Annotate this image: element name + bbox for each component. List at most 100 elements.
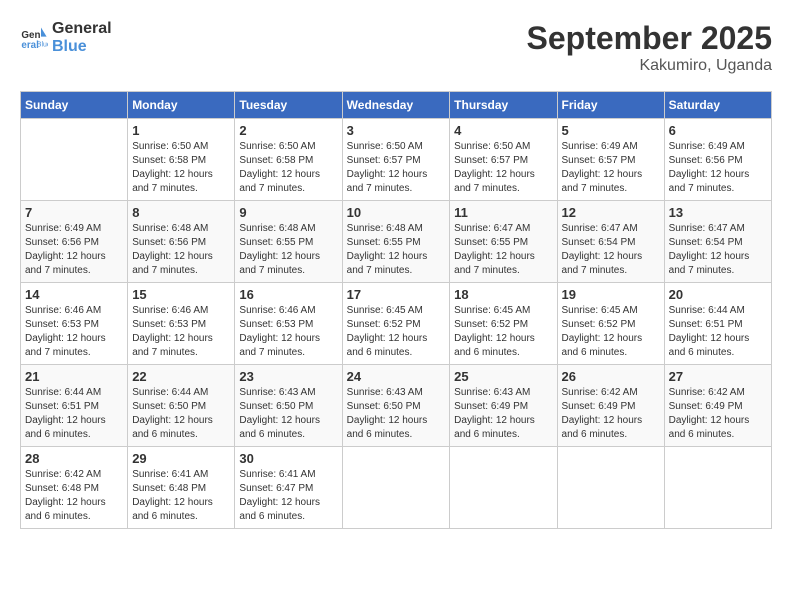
calendar-cell: 9Sunrise: 6:48 AM Sunset: 6:55 PM Daylig… — [235, 201, 342, 283]
weekday-header-thursday: Thursday — [450, 92, 557, 119]
day-number: 15 — [132, 287, 230, 302]
calendar-body: 1 Sunrise: 6:50 AM Sunset: 6:58 PM Daylig… — [21, 119, 772, 529]
day-info: Sunrise: 6:42 AM Sunset: 6:49 PM Dayligh… — [669, 386, 767, 442]
day-info: Sunrise: 6:50 AM Sunset: 6:58 PM Dayligh… — [132, 140, 230, 196]
calendar-cell: 18 Sunrise: 6:45 AM Sunset: 6:52 PM Dayli… — [450, 283, 557, 365]
weekday-header-monday: Monday — [128, 92, 235, 119]
day-info: Sunrise: 6:47 AM Sunset: 6:54 PM Dayligh… — [669, 222, 767, 278]
day-number: 13 — [669, 205, 767, 220]
day-number: 16 — [239, 287, 337, 302]
day-number: 7 — [25, 205, 123, 220]
calendar-cell: 24Sunrise: 6:43 AM Sunset: 6:50 PM Dayli… — [342, 365, 450, 447]
day-number: 11 — [454, 205, 552, 220]
day-info: Sunrise: 6:41 AM Sunset: 6:48 PM Dayligh… — [132, 468, 230, 524]
location-subtitle: Kakumiro, Uganda — [527, 57, 772, 75]
weekday-header-sunday: Sunday — [21, 92, 128, 119]
calendar-cell: 22 Sunrise: 6:44 AM Sunset: 6:50 PM Dayli… — [128, 365, 235, 447]
calendar-cell: 13 Sunrise: 6:47 AM Sunset: 6:54 PM Dayli… — [664, 201, 771, 283]
day-info: Sunrise: 6:48 AM Sunset: 6:55 PM Dayligh… — [347, 222, 446, 278]
day-number: 17 — [347, 287, 446, 302]
calendar-cell — [342, 447, 450, 529]
day-number: 18 — [454, 287, 552, 302]
day-number: 2 — [239, 123, 337, 138]
day-info: Sunrise: 6:49 AM Sunset: 6:56 PM Dayligh… — [669, 140, 767, 196]
weekday-header-wednesday: Wednesday — [342, 92, 450, 119]
calendar-week-row: 21Sunrise: 6:44 AM Sunset: 6:51 PM Dayli… — [21, 365, 772, 447]
day-info: Sunrise: 6:49 AM Sunset: 6:56 PM Dayligh… — [25, 222, 123, 278]
day-number: 5 — [562, 123, 660, 138]
day-info: Sunrise: 6:47 AM Sunset: 6:54 PM Dayligh… — [562, 222, 660, 278]
day-info: Sunrise: 6:44 AM Sunset: 6:51 PM Dayligh… — [669, 304, 767, 360]
day-info: Sunrise: 6:46 AM Sunset: 6:53 PM Dayligh… — [25, 304, 123, 360]
calendar-cell — [21, 119, 128, 201]
logo-line1: General — [52, 20, 112, 38]
day-info: Sunrise: 6:41 AM Sunset: 6:47 PM Dayligh… — [239, 468, 337, 524]
day-number: 27 — [669, 369, 767, 384]
day-number: 3 — [347, 123, 446, 138]
calendar-cell: 27 Sunrise: 6:42 AM Sunset: 6:49 PM Dayli… — [664, 365, 771, 447]
title-block: September 2025 Kakumiro, Uganda — [527, 20, 772, 75]
day-number: 20 — [669, 287, 767, 302]
calendar-cell: 23 Sunrise: 6:43 AM Sunset: 6:50 PM Dayli… — [235, 365, 342, 447]
calendar-table: SundayMondayTuesdayWednesdayThursdayFrid… — [20, 91, 772, 529]
calendar-cell: 25 Sunrise: 6:43 AM Sunset: 6:49 PM Dayli… — [450, 365, 557, 447]
day-number: 12 — [562, 205, 660, 220]
day-info: Sunrise: 6:46 AM Sunset: 6:53 PM Dayligh… — [132, 304, 230, 360]
calendar-cell: 10Sunrise: 6:48 AM Sunset: 6:55 PM Dayli… — [342, 201, 450, 283]
calendar-cell: 21Sunrise: 6:44 AM Sunset: 6:51 PM Dayli… — [21, 365, 128, 447]
calendar-week-row: 14 Sunrise: 6:46 AM Sunset: 6:53 PM Dayli… — [21, 283, 772, 365]
calendar-cell: 20 Sunrise: 6:44 AM Sunset: 6:51 PM Dayli… — [664, 283, 771, 365]
day-info: Sunrise: 6:50 AM Sunset: 6:57 PM Dayligh… — [347, 140, 446, 196]
calendar-cell: 17 Sunrise: 6:45 AM Sunset: 6:52 PM Dayli… — [342, 283, 450, 365]
day-number: 14 — [25, 287, 123, 302]
day-info: Sunrise: 6:43 AM Sunset: 6:49 PM Dayligh… — [454, 386, 552, 442]
calendar-cell: 11 Sunrise: 6:47 AM Sunset: 6:55 PM Dayli… — [450, 201, 557, 283]
day-info: Sunrise: 6:47 AM Sunset: 6:55 PM Dayligh… — [454, 222, 552, 278]
day-number: 24 — [347, 369, 446, 384]
day-number: 4 — [454, 123, 552, 138]
logo-line2: Blue — [52, 38, 112, 56]
calendar-cell: 5 Sunrise: 6:49 AM Sunset: 6:57 PM Daylig… — [557, 119, 664, 201]
page-header: Gen eral Blue General Blue September 202… — [20, 20, 772, 75]
calendar-cell — [664, 447, 771, 529]
calendar-cell: 2 Sunrise: 6:50 AM Sunset: 6:58 PM Daylig… — [235, 119, 342, 201]
day-number: 1 — [132, 123, 230, 138]
day-info: Sunrise: 6:45 AM Sunset: 6:52 PM Dayligh… — [347, 304, 446, 360]
day-number: 23 — [239, 369, 337, 384]
day-number: 8 — [132, 205, 230, 220]
logo: Gen eral Blue General Blue — [20, 20, 112, 55]
day-number: 28 — [25, 451, 123, 466]
day-info: Sunrise: 6:49 AM Sunset: 6:57 PM Dayligh… — [562, 140, 660, 196]
weekday-header-friday: Friday — [557, 92, 664, 119]
calendar-cell: 3 Sunrise: 6:50 AM Sunset: 6:57 PM Daylig… — [342, 119, 450, 201]
day-info: Sunrise: 6:48 AM Sunset: 6:56 PM Dayligh… — [132, 222, 230, 278]
day-info: Sunrise: 6:46 AM Sunset: 6:53 PM Dayligh… — [239, 304, 337, 360]
calendar-cell: 15 Sunrise: 6:46 AM Sunset: 6:53 PM Dayli… — [128, 283, 235, 365]
day-number: 21 — [25, 369, 123, 384]
calendar-cell: 14 Sunrise: 6:46 AM Sunset: 6:53 PM Dayli… — [21, 283, 128, 365]
logo-icon: Gen eral Blue — [20, 24, 48, 52]
calendar-cell — [450, 447, 557, 529]
day-info: Sunrise: 6:45 AM Sunset: 6:52 PM Dayligh… — [562, 304, 660, 360]
day-number: 19 — [562, 287, 660, 302]
month-title: September 2025 — [527, 20, 772, 57]
calendar-cell: 8 Sunrise: 6:48 AM Sunset: 6:56 PM Daylig… — [128, 201, 235, 283]
calendar-week-row: 28 Sunrise: 6:42 AM Sunset: 6:48 PM Dayli… — [21, 447, 772, 529]
day-info: Sunrise: 6:50 AM Sunset: 6:58 PM Dayligh… — [239, 140, 337, 196]
calendar-cell: 4 Sunrise: 6:50 AM Sunset: 6:57 PM Daylig… — [450, 119, 557, 201]
day-info: Sunrise: 6:50 AM Sunset: 6:57 PM Dayligh… — [454, 140, 552, 196]
day-info: Sunrise: 6:44 AM Sunset: 6:50 PM Dayligh… — [132, 386, 230, 442]
calendar-week-row: 1 Sunrise: 6:50 AM Sunset: 6:58 PM Daylig… — [21, 119, 772, 201]
calendar-cell: 1 Sunrise: 6:50 AM Sunset: 6:58 PM Daylig… — [128, 119, 235, 201]
day-info: Sunrise: 6:48 AM Sunset: 6:55 PM Dayligh… — [239, 222, 337, 278]
calendar-cell: 16 Sunrise: 6:46 AM Sunset: 6:53 PM Dayli… — [235, 283, 342, 365]
weekday-header-saturday: Saturday — [664, 92, 771, 119]
calendar-cell: 7 Sunrise: 6:49 AM Sunset: 6:56 PM Daylig… — [21, 201, 128, 283]
day-info: Sunrise: 6:43 AM Sunset: 6:50 PM Dayligh… — [239, 386, 337, 442]
svg-text:Blue: Blue — [37, 41, 48, 48]
day-info: Sunrise: 6:45 AM Sunset: 6:52 PM Dayligh… — [454, 304, 552, 360]
day-number: 22 — [132, 369, 230, 384]
day-info: Sunrise: 6:42 AM Sunset: 6:48 PM Dayligh… — [25, 468, 123, 524]
calendar-cell: 26Sunrise: 6:42 AM Sunset: 6:49 PM Dayli… — [557, 365, 664, 447]
day-number: 25 — [454, 369, 552, 384]
